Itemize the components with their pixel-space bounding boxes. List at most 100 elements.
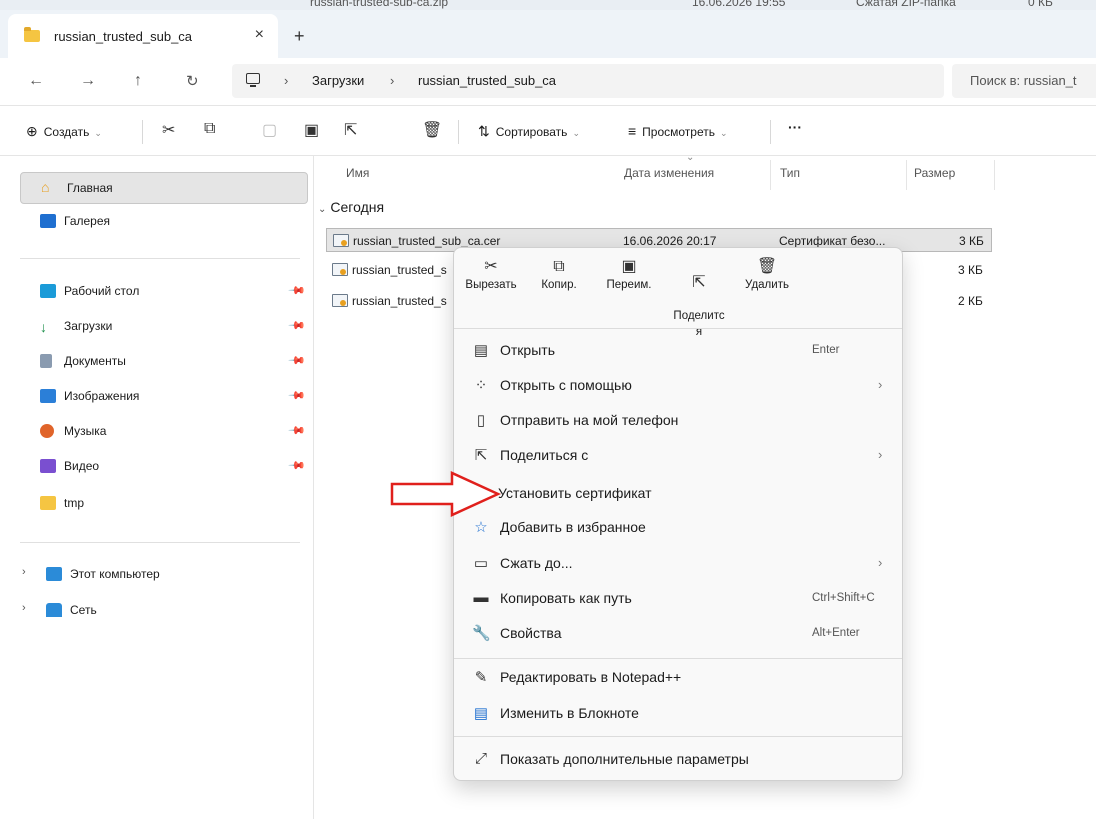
menu-item-open-with[interactable]: ⁘ Открыть с помощью ›	[462, 368, 894, 402]
pin-icon[interactable]: 📌	[287, 351, 306, 370]
tab-russian-trusted-sub-ca[interactable]: russian_trusted_sub_ca ×	[8, 14, 278, 58]
group-header-today[interactable]: ⌄ Сегодня	[318, 199, 384, 215]
strip-text: 0 КБ	[1028, 0, 1053, 9]
annotation-arrow-icon	[390, 471, 502, 517]
divider	[770, 120, 771, 144]
breadcrumb-downloads[interactable]: Загрузки	[312, 73, 364, 88]
file-size: 3 КБ	[959, 234, 984, 248]
sidebar-item-label: Главная	[67, 181, 113, 195]
address-bar[interactable]: › Загрузки › russian_trusted_sub_ca	[232, 64, 944, 98]
menu-item-edit-notepad[interactable]: ▤ Изменить в Блокноте	[462, 696, 894, 730]
collapse-chevron-icon: ⌄	[318, 204, 327, 215]
file-size: 2 КБ	[958, 294, 983, 308]
navigation-pane: ⌂ Главная Галерея Рабочий стол 📌 ↓ Загру…	[0, 156, 314, 819]
rename-icon: ▣	[621, 258, 637, 275]
sidebar-item-network[interactable]: Сеть	[46, 595, 97, 625]
chevron-down-icon: ⌄	[94, 128, 102, 138]
menu-item-add-to-favorites[interactable]: ☆ Добавить в избранное	[462, 510, 894, 544]
context-menu: ✂ Вырезать ⧉ Копир. ▣ Переим. ⇱ Поделитс…	[453, 247, 903, 781]
menu-item-properties[interactable]: 🔧 Свойства Alt+Enter	[462, 616, 894, 650]
view-button[interactable]: ≡ Просмотреть ⌄	[628, 123, 728, 139]
trash-icon: 🗑	[756, 258, 778, 275]
refresh-icon[interactable]: ↻	[186, 72, 199, 90]
gallery-icon	[40, 214, 56, 228]
menu-item-send-to-phone[interactable]: ▯ Отправить на мой телефон	[462, 403, 894, 437]
column-header-size[interactable]: Размер	[914, 166, 955, 180]
file-name: russian_trusted_s	[352, 263, 447, 277]
menu-item-install-certificate[interactable]: Установить сертификат	[462, 476, 894, 510]
sidebar-item-music[interactable]: Музыка	[40, 416, 106, 446]
menu-item-copy-as-path[interactable]: ▬ Копировать как путь Ctrl+Shift+C	[462, 581, 894, 615]
computer-icon	[46, 567, 62, 581]
sidebar-item-home[interactable]: ⌂ Главная	[20, 172, 308, 204]
new-tab-button[interactable]: +	[294, 26, 305, 47]
sidebar-item-label: tmp	[64, 496, 85, 510]
sort-button[interactable]: ⇅ Сортировать ⌄	[478, 123, 580, 140]
notepadpp-icon: ✎	[474, 669, 488, 686]
column-header-type[interactable]: Тип	[780, 166, 800, 180]
pictures-icon	[40, 389, 56, 403]
certificate-icon	[332, 263, 348, 276]
share-icon[interactable]: ⇱	[344, 120, 357, 140]
rename-icon[interactable]: ▣	[304, 120, 319, 140]
rename-button[interactable]: ▣ Переим.	[596, 256, 662, 294]
chevron-right-icon: ›	[878, 555, 883, 570]
forward-arrow-icon[interactable]: →	[80, 72, 96, 90]
menu-item-compress-to[interactable]: ▭ Сжать до... ›	[462, 546, 894, 580]
quick-action-label: Удалить	[745, 279, 789, 291]
sidebar-item-this-pc[interactable]: Этот компьютер	[46, 559, 160, 589]
cut-button[interactable]: ✂ Вырезать	[458, 256, 524, 294]
sidebar-item-gallery[interactable]: Галерея	[40, 206, 110, 236]
copy-button[interactable]: ⧉ Копир.	[526, 256, 592, 294]
menu-item-label: Установить сертификат	[498, 485, 652, 501]
archive-icon: ▭	[473, 555, 489, 572]
create-button[interactable]: ⊕ Создать ⌄	[26, 123, 102, 140]
sidebar-item-label: Музыка	[64, 424, 107, 438]
sidebar-item-label: Документы	[64, 354, 126, 368]
menu-item-edit-notepadpp[interactable]: ✎ Редактировать в Notepad++	[462, 660, 894, 694]
menu-item-show-more-options[interactable]: ⤢ Показать дополнительные параметры	[462, 742, 894, 776]
copy-icon[interactable]: ⧉	[204, 120, 215, 138]
delete-button[interactable]: 🗑 Удалить	[734, 256, 800, 294]
quick-action-label: Вырезать	[465, 279, 517, 291]
more-options-button[interactable]: ···	[788, 119, 802, 135]
document-icon	[40, 354, 52, 368]
tab-bar: russian_trusted_sub_ca × +	[0, 10, 1096, 58]
sidebar-item-desktop[interactable]: Рабочий стол	[40, 276, 139, 306]
divider	[454, 658, 902, 659]
sidebar-item-documents[interactable]: Документы	[40, 346, 126, 376]
file-date: 16.06.2026 20:17	[623, 234, 717, 248]
sidebar-item-downloads[interactable]: ↓ Загрузки	[40, 311, 112, 341]
delete-icon[interactable]: 🗑	[422, 120, 442, 140]
music-icon	[40, 424, 54, 438]
pin-icon[interactable]: 📌	[287, 316, 306, 335]
up-arrow-icon[interactable]: ↑	[134, 72, 142, 90]
search-input[interactable]: Поиск в: russian_t	[952, 64, 1096, 98]
menu-item-share-with[interactable]: ⇱ Поделиться с ›	[462, 438, 894, 472]
group-label: Сегодня	[330, 199, 385, 215]
view-label: Просмотреть	[642, 125, 715, 139]
chevron-right-icon: ›	[878, 447, 883, 462]
column-header-name[interactable]: Имя	[346, 166, 369, 180]
back-arrow-icon[interactable]: ←	[28, 72, 44, 90]
expand-chevron-icon[interactable]: ›	[22, 566, 26, 578]
cut-icon[interactable]: ✂	[162, 120, 175, 140]
menu-item-open[interactable]: ▤ Открыть Enter	[462, 333, 894, 367]
strip-text: Сжатая ZIP-папка	[856, 0, 956, 9]
open-with-icon: ⁘	[474, 377, 488, 394]
sidebar-item-label: Этот компьютер	[70, 567, 160, 581]
expand-chevron-icon[interactable]: ›	[22, 602, 26, 614]
pin-icon[interactable]: 📌	[287, 421, 306, 440]
close-tab-icon[interactable]: ×	[255, 26, 264, 44]
sidebar-item-tmp[interactable]: tmp	[40, 488, 84, 518]
sidebar-item-videos[interactable]: Видео	[40, 451, 99, 481]
paste-icon[interactable]: ▢	[262, 120, 277, 140]
breadcrumb-folder[interactable]: russian_trusted_sub_ca	[418, 73, 556, 88]
pin-icon[interactable]: 📌	[287, 281, 306, 300]
sidebar-item-pictures[interactable]: Изображения	[40, 381, 139, 411]
column-header-date[interactable]: Дата изменения	[624, 166, 714, 180]
pin-icon[interactable]: 📌	[287, 386, 306, 405]
phone-icon: ▯	[476, 412, 486, 429]
pin-icon[interactable]: 📌	[287, 456, 306, 475]
scissors-icon: ✂	[484, 258, 498, 275]
